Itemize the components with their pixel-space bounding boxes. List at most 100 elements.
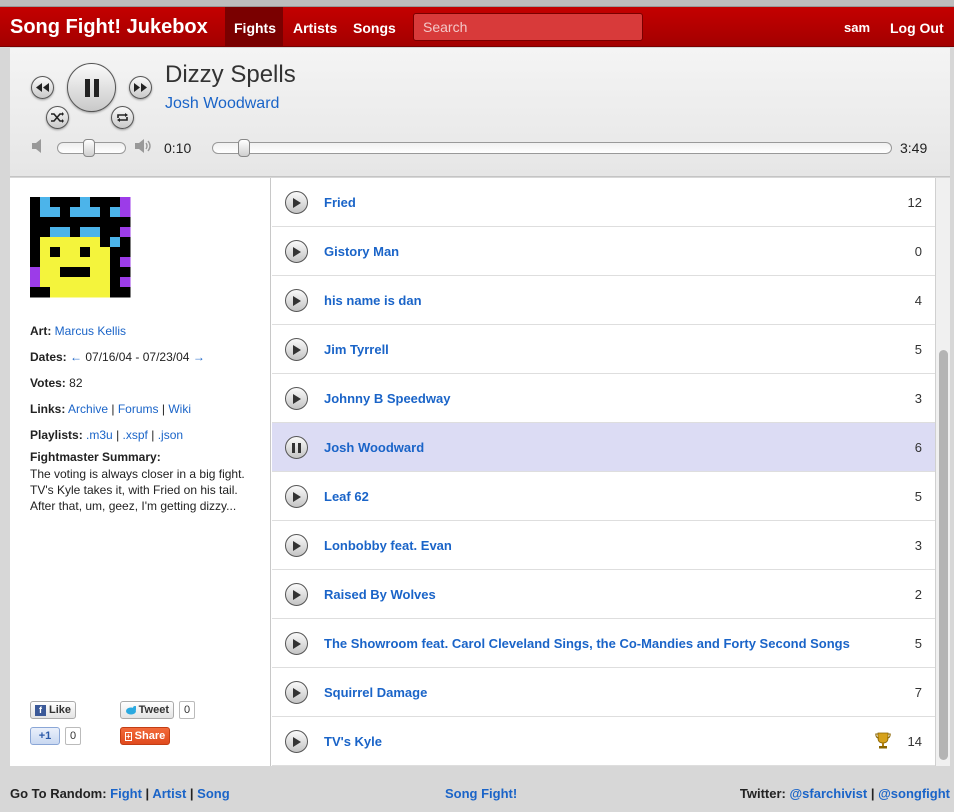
song-row[interactable]: Squirrel Damage 7 [272,668,935,717]
song-row[interactable]: Gistory Man 0 [272,227,935,276]
song-name-link[interactable]: Jim Tyrrell [324,342,389,357]
play-song-button[interactable] [285,485,308,508]
play-song-button[interactable] [285,730,308,753]
song-votes: 6 [914,440,922,455]
twitter-label: Twitter: [739,786,786,801]
song-name-link[interactable]: his name is dan [324,293,422,308]
seek-bar[interactable] [212,139,892,157]
volume-thumb[interactable] [83,139,95,157]
song-name-link[interactable]: Raised By Wolves [324,587,436,602]
play-song-button[interactable] [285,338,308,361]
play-icon [293,246,301,257]
song-row[interactable]: Johnny B Speedway 3 [272,374,935,423]
scrollbar[interactable] [935,178,950,766]
song-votes: 5 [914,342,922,357]
search-input[interactable] [413,13,643,41]
brand-logo[interactable]: Song Fight! Jukebox [10,16,208,39]
art-artist-link[interactable]: Marcus Kellis [55,324,126,338]
play-song-button[interactable] [285,534,308,557]
song-name-link[interactable]: Leaf 62 [324,489,369,504]
song-name-link[interactable]: Gistory Man [324,244,399,259]
prev-fight-arrow[interactable]: ← [70,350,82,364]
songfight-link[interactable]: @songfight [878,786,950,801]
nav-artists[interactable]: Artists [284,7,346,47]
song-name-link[interactable]: Josh Woodward [324,440,424,455]
song-row[interactable]: Lonbobby feat. Evan 3 [272,521,935,570]
fast-forward-button[interactable] [129,76,152,99]
plus-icon: + [125,731,132,741]
scrollbar-thumb[interactable] [939,350,948,760]
m3u-link[interactable]: .m3u [86,428,113,442]
play-song-button[interactable] [285,289,308,312]
song-name-link[interactable]: Lonbobby feat. Evan [324,538,452,553]
song-fight-link[interactable]: Song Fight! [445,786,517,801]
random-song-link[interactable]: Song [197,786,230,801]
plus-one-button[interactable]: +1 [30,727,60,745]
play-icon [293,344,301,355]
fight-votes: Votes: 82 [30,376,83,390]
song-row[interactable]: Raised By Wolves 2 [272,570,935,619]
fast-forward-icon [134,83,147,92]
volume-slider[interactable] [57,139,126,157]
play-icon [293,393,301,404]
username[interactable]: sam [844,7,870,47]
song-row[interactable]: Josh Woodward 6 [272,423,935,472]
song-name-link[interactable]: Squirrel Damage [324,685,427,700]
song-row[interactable]: his name is dan 4 [272,276,935,325]
play-icon [293,540,301,551]
play-song-button[interactable] [285,387,308,410]
tweet-button[interactable]: Tweet [120,701,174,719]
random-fight-link[interactable]: Fight [110,786,142,801]
separator: | [111,402,115,416]
play-pause-button[interactable] [67,63,116,112]
song-row[interactable]: The Showroom feat. Carol Cleveland Sings… [272,619,935,668]
random-artist-link[interactable]: Artist [152,786,186,801]
next-fight-arrow[interactable]: → [193,350,205,364]
archive-link[interactable]: Archive [68,402,108,416]
xspf-link[interactable]: .xspf [123,428,148,442]
play-song-button[interactable] [285,240,308,263]
song-name-link[interactable]: The Showroom feat. Carol Cleveland Sings… [324,636,850,651]
dates-value: 07/16/04 - 07/23/04 [85,350,190,364]
logout-link[interactable]: Log Out [890,7,944,47]
nav-songs[interactable]: Songs [344,7,405,47]
nav-fights[interactable]: Fights [225,7,283,47]
pause-song-button[interactable] [285,436,308,459]
song-votes: 5 [914,636,922,651]
song-row[interactable]: TV's Kyle 14 [272,717,935,766]
fight-dates: Dates: ← 07/16/04 - 07/23/04 → [30,350,205,364]
facebook-like-button[interactable]: f Like [30,701,76,719]
window-top-strip [0,0,954,7]
shuffle-button[interactable] [46,106,69,129]
song-row[interactable]: Leaf 62 5 [272,472,935,521]
play-song-button[interactable] [285,632,308,655]
song-row[interactable]: Fried 12 [272,178,935,227]
play-song-button[interactable] [285,191,308,214]
song-row[interactable]: Jim Tyrrell 5 [272,325,935,374]
plus-one-label: +1 [38,730,52,742]
song-name-link[interactable]: TV's Kyle [324,734,382,749]
trophy-icon [875,732,891,749]
json-link[interactable]: .json [158,428,183,442]
player-panel: Dizzy Spells Josh Woodward 0:10 3:49 [10,48,950,177]
play-icon [293,295,301,306]
song-name-link[interactable]: Fried [324,195,356,210]
song-name-link[interactable]: Johnny B Speedway [324,391,450,406]
wiki-link[interactable]: Wiki [168,402,191,416]
repeat-button[interactable] [111,106,134,129]
mute-icon[interactable] [32,138,48,154]
rewind-button[interactable] [31,76,54,99]
tweet-label: Tweet [138,704,169,716]
play-song-button[interactable] [285,681,308,704]
share-button[interactable]: + Share [120,727,170,745]
current-time: 0:10 [164,140,192,156]
forums-link[interactable]: Forums [118,402,159,416]
volume-max-icon[interactable] [135,138,153,154]
separator: | [189,786,194,801]
seek-thumb[interactable] [238,139,250,157]
track-artist-link[interactable]: Josh Woodward [165,95,279,113]
sfarchivist-link[interactable]: @sfarchivist [790,786,868,801]
play-song-button[interactable] [285,583,308,606]
fight-playlists: Playlists: .m3u | .xspf | .json [30,428,183,442]
fight-artwork[interactable] [30,197,131,298]
